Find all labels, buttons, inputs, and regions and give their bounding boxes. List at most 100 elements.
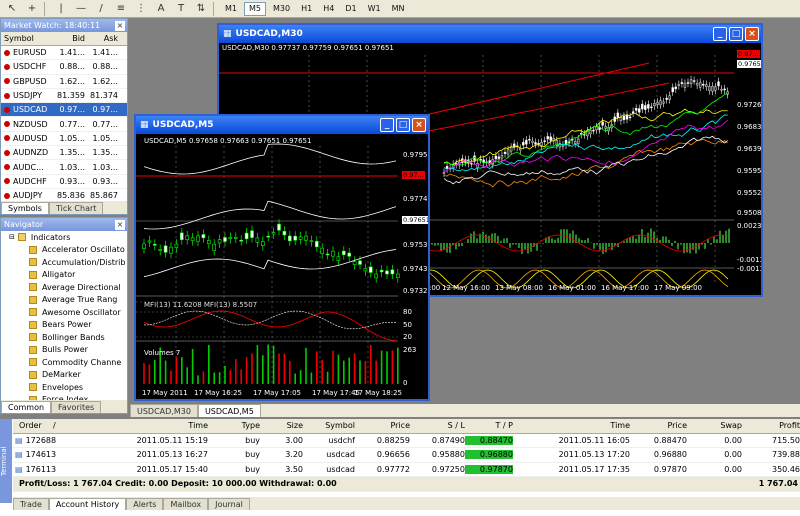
symbol-column-header[interactable]: Symbol <box>303 421 355 430</box>
chart-window-m5-titlebar[interactable]: ▦ USDCAD,M5 _ □ × <box>136 116 428 134</box>
navigator-item[interactable]: Average True Rang <box>1 294 127 307</box>
toolbar-separator <box>44 1 45 16</box>
ask-cell: 1.03... <box>92 162 118 172</box>
candle <box>509 147 513 152</box>
oscillator-bar <box>605 243 607 253</box>
tp-column-header[interactable]: T / P <box>465 421 514 430</box>
market-watch-row[interactable]: AUDCHF 0.93... 0.93... <box>1 175 127 189</box>
oscillator-bar <box>599 243 601 250</box>
terminal-table: Order / Time Type Size Symbol Price S / … <box>13 419 800 492</box>
cursor-icon[interactable]: ↖ <box>4 2 20 16</box>
table-row[interactable]: ▤ 172688 2011.05.11 15:19 buy 3.00 usdchf 0.88… <box>13 434 800 448</box>
type-column-header[interactable]: Type <box>208 421 260 430</box>
timeframe-w1[interactable]: W1 <box>364 2 385 16</box>
tab-tick-chart[interactable]: Tick Chart <box>48 202 104 214</box>
navigator-item[interactable]: Accelerator Oscillato <box>1 244 127 257</box>
candle <box>631 111 635 114</box>
terminal-header-row: Order / Time Type Size Symbol Price S / … <box>13 419 800 434</box>
tab-alerts[interactable]: Alerts <box>126 498 164 510</box>
swap-column-header[interactable]: Swap <box>687 421 742 430</box>
minimize-button[interactable]: _ <box>380 118 394 132</box>
crosshair-icon[interactable]: + <box>24 2 40 16</box>
timeframe-h4[interactable]: H4 <box>319 2 338 16</box>
market-watch-row[interactable]: AUDNZD 1.35... 1.35... <box>1 146 127 161</box>
table-row[interactable]: ▤ 174613 2011.05.13 16:27 buy 3.20 usdcad 0.96… <box>13 448 800 463</box>
navigator-item[interactable]: Awesome Oscillator <box>1 306 127 319</box>
navigator-item[interactable]: DeMarker <box>1 369 127 382</box>
symbol-column-header[interactable]: Symbol <box>1 34 51 43</box>
bid-column-header[interactable]: Bid <box>51 34 88 43</box>
chart-window-m30-titlebar[interactable]: ▦ USDCAD,M30 _ □ × <box>219 25 761 43</box>
market-watch-row[interactable]: USDCHF 0.88... 0.88... <box>1 60 127 75</box>
ask-column-header[interactable]: Ask <box>88 34 121 43</box>
timeframe-m30[interactable]: M30 <box>269 2 294 16</box>
arrows-icon[interactable]: ⇅ <box>193 2 209 16</box>
maximize-button[interactable]: □ <box>729 27 743 41</box>
order-column-header[interactable]: Order <box>13 421 53 430</box>
candle <box>223 237 227 242</box>
close-button[interactable]: × <box>745 27 759 41</box>
collapse-icon[interactable]: ⊟ <box>9 233 15 241</box>
market-watch-row[interactable]: USDCAD 0.97... 0.97... <box>1 103 127 118</box>
tab-favorites[interactable]: Favorites <box>51 401 102 413</box>
text-icon[interactable]: A <box>153 2 169 16</box>
size-column-header[interactable]: Size <box>260 421 303 430</box>
time-column-header[interactable]: Time <box>73 421 208 430</box>
channel-icon[interactable]: ≡ <box>113 2 129 16</box>
navigator-item[interactable]: Bulls Power <box>1 344 127 357</box>
timeframe-h1[interactable]: H1 <box>297 2 316 16</box>
navigator-item[interactable]: Average Directional <box>1 281 127 294</box>
navigator-item[interactable]: Commodity Channe <box>1 356 127 369</box>
navigator-item[interactable]: Bollinger Bands <box>1 331 127 344</box>
horizontal-line-icon[interactable]: — <box>73 2 89 16</box>
candle <box>674 86 677 90</box>
folder-icon <box>17 233 26 242</box>
candle <box>616 112 620 118</box>
trendline-icon[interactable]: / <box>93 2 109 16</box>
close-icon[interactable]: × <box>115 20 125 31</box>
table-row[interactable]: ▤ 176113 2011.05.17 15:40 buy 3.50 usdcad 0.97… <box>13 463 800 477</box>
minimize-button[interactable]: _ <box>713 27 727 41</box>
fibonacci-icon[interactable]: ⋮ <box>133 2 149 16</box>
navigator-item[interactable]: Envelopes <box>1 381 127 394</box>
label-icon[interactable]: T <box>173 2 189 16</box>
market-watch-row[interactable]: AUDUSD 1.05... 1.05... <box>1 132 127 147</box>
tab-chart-m30[interactable]: USDCAD,M30 <box>130 404 198 417</box>
tab-mailbox[interactable]: Mailbox <box>163 498 209 510</box>
sort-column-header[interactable]: / <box>53 421 73 430</box>
navigator-indicators-node[interactable]: ⊟ Indicators <box>1 231 127 244</box>
navigator-item[interactable]: Bears Power <box>1 319 127 332</box>
timeframe-m5[interactable]: M5 <box>244 1 266 16</box>
market-watch-row[interactable]: AUDC... 1.03... 1.03... <box>1 160 127 175</box>
tab-chart-m5[interactable]: USDCAD,M5 <box>197 404 261 417</box>
market-watch-row[interactable]: EURUSD 1.41... 1.41... <box>1 46 127 61</box>
time2-cell: 2011.05.17 17:35 <box>558 464 630 474</box>
close-icon[interactable]: × <box>115 219 125 230</box>
tab-trade[interactable]: Trade <box>13 498 49 510</box>
navigator-item[interactable]: Alligator <box>1 269 127 282</box>
close-button[interactable]: × <box>412 118 426 132</box>
profit-column-header[interactable]: Profit <box>742 421 800 430</box>
oscillator-bar <box>704 243 706 249</box>
symbol-text: AUDNZD <box>13 148 49 158</box>
tab-common[interactable]: Common <box>1 401 52 413</box>
vertical-line-icon[interactable]: | <box>53 2 69 16</box>
tab-symbols[interactable]: Symbols <box>1 202 49 214</box>
market-watch-row[interactable]: GBPUSD 1.62... 1.62... <box>1 75 127 89</box>
market-watch-row[interactable]: NZDUSD 0.77... 0.77... <box>1 117 127 132</box>
tab-journal[interactable]: Journal <box>208 498 250 510</box>
timeframe-d1[interactable]: D1 <box>341 2 360 16</box>
market-watch-row[interactable]: USDJPY 81.359 81.374 <box>1 89 127 104</box>
close-time-column-header[interactable]: Time <box>513 421 630 430</box>
navigator-item[interactable]: Accumulation/Distrib <box>1 256 127 269</box>
maximize-button[interactable]: □ <box>396 118 410 132</box>
timeframe-m1[interactable]: M1 <box>221 2 241 16</box>
navigator-item-label: Envelopes <box>42 382 84 392</box>
sl-column-header[interactable]: S / L <box>410 421 465 430</box>
price-column-header[interactable]: Price <box>355 421 410 430</box>
chart-m5-canvas[interactable]: USDCAD,M5 0.97658 0.97663 0.97651 0.9765… <box>136 134 428 399</box>
tab-account-history[interactable]: Account History <box>48 498 127 510</box>
candle <box>522 142 525 146</box>
close-price-column-header[interactable]: Price <box>630 421 687 430</box>
timeframe-mn[interactable]: MN <box>388 2 409 16</box>
